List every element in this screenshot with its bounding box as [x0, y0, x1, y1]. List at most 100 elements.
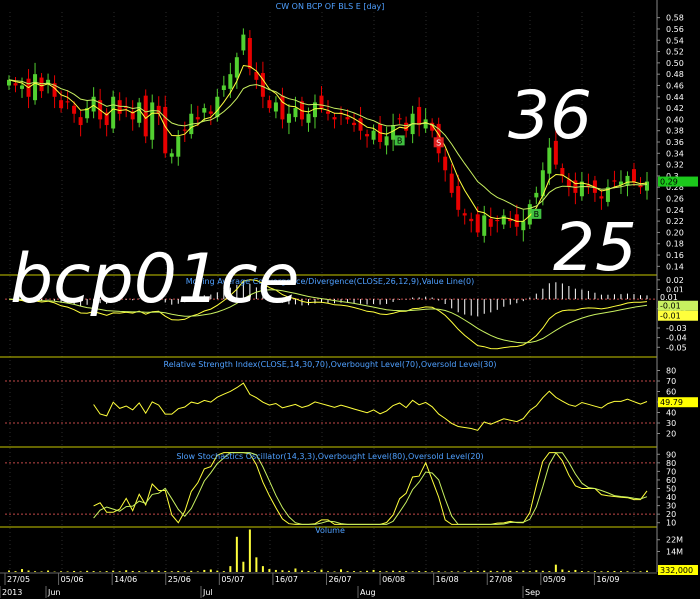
- volume-bar: [372, 569, 375, 572]
- candle-body: [501, 215, 506, 225]
- candle-body: [202, 108, 207, 113]
- price-axis-tick-label: 0.26: [666, 195, 684, 204]
- date-label: 27/08: [489, 575, 512, 584]
- volume-bar: [235, 536, 238, 572]
- volume-bar: [496, 571, 499, 572]
- candle-body: [241, 34, 246, 51]
- volume-bar: [105, 571, 108, 572]
- price-axis-tick-label: 0.50: [666, 59, 684, 68]
- buy-signal-label: B: [534, 210, 540, 219]
- volume-bar: [626, 571, 629, 572]
- date-label: 25/06: [168, 575, 191, 584]
- volume-bar: [190, 570, 193, 572]
- price-axis-tick-label: 0.56: [666, 25, 684, 34]
- annotation-bcp01ce: bcp01ce: [10, 240, 299, 319]
- volume-bar: [261, 566, 264, 572]
- volume-bar: [313, 571, 316, 572]
- candle-body: [631, 169, 636, 182]
- volume-bar: [587, 571, 590, 572]
- candle-body: [462, 213, 467, 216]
- volume-bar: [437, 571, 440, 572]
- volume-bar: [8, 570, 10, 572]
- volume-bar: [457, 571, 460, 572]
- volume-bar: [463, 571, 466, 572]
- volume-bar: [522, 570, 525, 572]
- candle-body: [488, 218, 493, 227]
- volume-bar: [170, 571, 173, 572]
- volume-bar: [567, 570, 570, 572]
- volume-bar: [40, 571, 43, 572]
- volume-bar: [515, 571, 518, 572]
- price-axis-tick-label: 0.24: [666, 206, 684, 215]
- volume-bar: [151, 570, 154, 572]
- volume-bar: [333, 571, 336, 572]
- stoch-title: Slow Stochastics Oscillator(14,3,3),Over…: [176, 452, 483, 461]
- rsi-title: Relative Strength Index(CLOSE,14,30,70),…: [164, 360, 497, 369]
- volume-bar: [502, 570, 505, 572]
- candle-body: [267, 100, 272, 109]
- month-label: 2013: [2, 588, 22, 597]
- volume-bar: [411, 571, 414, 572]
- volume-bar: [398, 570, 401, 572]
- volume-bar: [450, 571, 453, 572]
- volume-bar: [21, 569, 24, 572]
- rsi-axis-tick-label: 30: [666, 419, 676, 428]
- volume-bar: [281, 570, 284, 572]
- candle-body: [33, 74, 38, 101]
- volume-bar: [646, 570, 648, 572]
- candle-body: [319, 95, 324, 109]
- date-label: 06/08: [382, 575, 405, 584]
- macd-value-line: -0.01: [660, 312, 681, 321]
- candle-body: [169, 153, 174, 157]
- volume-bar: [424, 571, 427, 572]
- price-axis-tick-label: 0.22: [666, 217, 684, 226]
- candle-body: [469, 218, 474, 222]
- volume-bar: [294, 568, 297, 572]
- volume-bar: [248, 529, 251, 572]
- volume-bar: [528, 571, 531, 572]
- price-axis-tick-label: 0.20: [666, 228, 684, 237]
- candle-body: [234, 57, 239, 78]
- date-label: 05/09: [543, 575, 566, 584]
- date-label: 16/09: [596, 575, 619, 584]
- macd-axis-tick-label: -0.04: [666, 334, 687, 343]
- candle-body: [182, 129, 187, 131]
- candle-body: [176, 136, 181, 157]
- rsi-axis-tick-label: 60: [666, 388, 676, 397]
- volume-bar: [131, 570, 134, 572]
- volume-bar: [203, 569, 206, 572]
- price-axis-tick-label: 0.58: [666, 14, 684, 23]
- candle-body: [443, 156, 448, 171]
- candle-body: [137, 102, 142, 123]
- volume-bar: [73, 570, 76, 572]
- candle-body: [384, 136, 389, 146]
- volume-bar: [632, 571, 635, 572]
- volume-bar: [268, 569, 271, 572]
- volume-bar: [229, 566, 232, 572]
- volume-bar: [470, 570, 473, 572]
- candle-body: [208, 111, 213, 114]
- candle-body: [482, 215, 487, 236]
- volume-bar: [431, 571, 434, 572]
- volume-bar: [340, 569, 343, 572]
- volume-bar: [320, 569, 323, 572]
- volume-bar: [483, 570, 486, 572]
- candle-body: [273, 102, 278, 112]
- volume-bar: [593, 571, 596, 572]
- volume-bar: [222, 571, 225, 572]
- rsi-axis-tick-label: 80: [666, 367, 676, 376]
- volume-last-value: 332,000: [660, 566, 693, 575]
- candle-body: [117, 100, 122, 114]
- volume-bar: [327, 571, 329, 572]
- price-axis-tick-label: 0.42: [666, 104, 684, 113]
- volume-bar: [359, 571, 362, 572]
- volume-bar: [353, 571, 356, 572]
- volume-bar: [307, 570, 310, 572]
- sell-signal-label: S: [436, 138, 441, 147]
- volume-bar: [600, 571, 603, 572]
- candle-body: [599, 196, 604, 199]
- candle-body: [13, 83, 18, 86]
- volume-bar: [255, 557, 258, 572]
- price-axis-tick-label: 0.34: [666, 149, 684, 158]
- candle-body: [91, 96, 96, 112]
